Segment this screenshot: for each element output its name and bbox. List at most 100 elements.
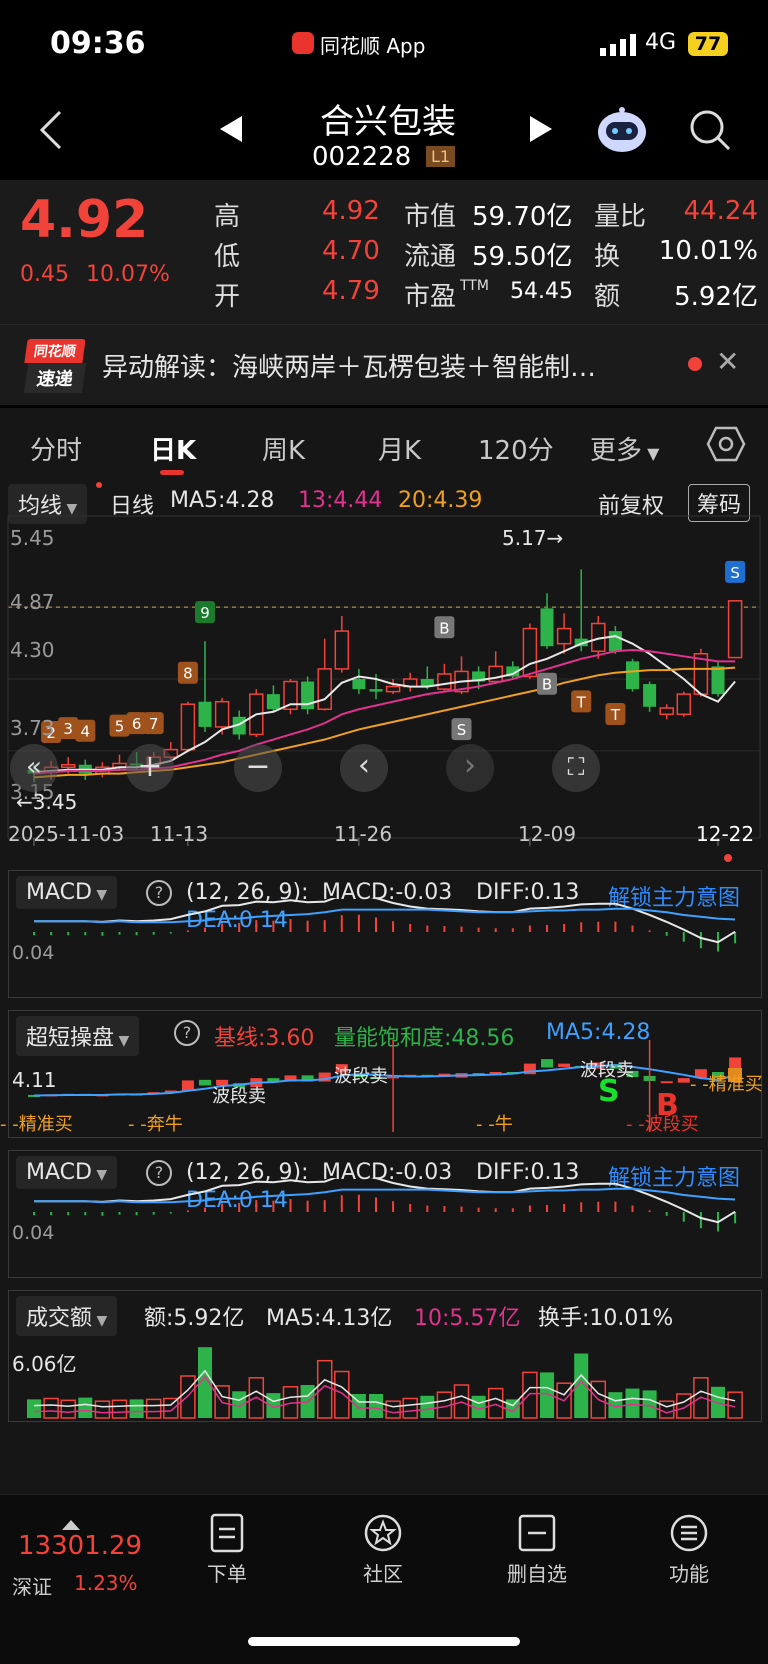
volume-chart	[27, 1347, 743, 1419]
assistant-robot-icon[interactable]	[596, 104, 648, 160]
ma20-value: 20:4.39	[398, 488, 483, 513]
news-text: 异动解读：海峡两岸＋瓦楞包装＋智能制…	[102, 353, 597, 383]
x-label: 2025-11-03	[8, 822, 125, 846]
level-badge: L1	[426, 146, 456, 167]
index-value[interactable]: 13301.29	[18, 1531, 142, 1561]
nav-remove-watchlist[interactable]: 删自选	[482, 1513, 592, 1587]
signal-badge-text: 6	[132, 715, 142, 733]
candle-body	[556, 627, 572, 645]
zoom-in-icon[interactable]: +	[126, 744, 174, 792]
volume-bar	[658, 1400, 675, 1419]
x-label: 11-13	[150, 822, 209, 846]
candle-body	[198, 701, 212, 727]
tab-more[interactable]: 更多 ▼	[590, 430, 659, 467]
price-change-pct: 10.07%	[86, 262, 170, 287]
signal-label: 波段卖	[212, 1086, 266, 1107]
close-icon[interactable]: ✕	[716, 345, 739, 378]
prev-stock-icon[interactable]	[218, 114, 244, 148]
macd-chart	[33, 898, 737, 952]
y-label: 3.73	[10, 716, 55, 740]
super-bar	[677, 1078, 690, 1083]
signal-badge-text: T	[576, 693, 587, 711]
candle-body	[437, 673, 452, 690]
collapse-left-icon[interactable]: «	[10, 744, 58, 792]
super-bar	[558, 1063, 571, 1067]
candle-body	[676, 693, 692, 716]
scroll-left-icon[interactable]: ‹	[340, 744, 388, 792]
document-icon	[210, 1513, 244, 1553]
quote-value: 59.70亿	[472, 202, 573, 232]
volume-bar	[625, 1388, 640, 1418]
candle-body	[352, 679, 366, 690]
signal-icon	[600, 34, 638, 60]
stock-header: 合兴包装 002228 L1	[0, 90, 768, 180]
tab-120min[interactable]: 120分	[478, 430, 554, 467]
volume-bar	[420, 1395, 435, 1418]
signal-badge-text: S	[457, 721, 467, 739]
signal-badge-text: B	[439, 619, 449, 637]
signal-badge-text: B	[542, 676, 552, 694]
quote-label: 开	[214, 282, 241, 312]
next-stock-icon[interactable]	[528, 114, 554, 148]
scroll-right-icon[interactable]: ›	[446, 744, 494, 792]
volume-bar	[676, 1393, 692, 1419]
candle-body	[540, 608, 554, 647]
nav-order[interactable]: 下单	[172, 1513, 282, 1587]
ttm-sup: TTM	[460, 278, 489, 294]
tab-monthly-k[interactable]: 月K	[378, 430, 421, 467]
quote-value: 4.92	[322, 196, 380, 226]
super-bar	[199, 1079, 211, 1086]
volume-bar	[369, 1394, 383, 1418]
tab-daily-k[interactable]: 日K	[150, 430, 196, 467]
signal-badge-text: T	[610, 706, 621, 724]
app-logo-icon	[292, 32, 314, 54]
candle-body	[60, 763, 76, 769]
volume-bar	[94, 1400, 111, 1419]
tab-fenshi[interactable]: 分时	[30, 430, 82, 467]
nav-community[interactable]: 社区	[328, 1513, 438, 1587]
volume-bar	[522, 1371, 538, 1419]
candle-body	[626, 661, 639, 690]
signal-label: 波段卖	[334, 1066, 388, 1087]
quote-panel: 4.92 0.45 10.07% 高 4.92 市值 59.70亿 量比 44.24 低 4.…	[0, 180, 768, 324]
quote-value: 44.24	[683, 196, 758, 226]
candle-body	[369, 689, 383, 692]
status-app-label: 同花顺 App	[320, 34, 426, 58]
volume-bar	[145, 1398, 162, 1419]
nav-functions[interactable]: 功能	[634, 1513, 744, 1587]
news-banner[interactable]: 同花顺 速递 异动解读：海峡两岸＋瓦楞包装＋智能制… ✕	[0, 324, 768, 405]
quote-value: 10.01%	[658, 236, 758, 266]
zoom-out-icon[interactable]: −	[234, 744, 282, 792]
volume-bar	[711, 1386, 725, 1418]
candle-body	[643, 684, 657, 707]
battery-icon: 77	[688, 32, 728, 56]
candle-body	[180, 703, 196, 751]
unread-dot	[688, 357, 702, 371]
back-icon[interactable]	[36, 108, 66, 156]
macd-chart-2	[33, 1178, 737, 1232]
signal-label: - -精准买	[0, 1114, 73, 1135]
quote-label: 额	[594, 282, 621, 312]
bottom-nav: 13301.29 深证 1.23% 下单 社区 删自选 功能	[0, 1494, 768, 1664]
news-badge: 同花顺 速递	[23, 339, 87, 393]
sell-signal-icon: S	[598, 1074, 620, 1109]
status-time: 09:36	[50, 26, 146, 61]
volume-bar	[487, 1387, 504, 1419]
community-star-icon	[364, 1514, 402, 1552]
candle-body	[608, 631, 622, 652]
candle-body	[711, 666, 725, 695]
latest-dot	[724, 854, 732, 862]
volume-bar	[129, 1399, 144, 1418]
fullscreen-icon[interactable]: ⛶	[552, 744, 600, 792]
signal-badge-text: 3	[63, 720, 73, 738]
tab-weekly-k[interactable]: 周K	[262, 430, 305, 467]
diff-line	[34, 898, 736, 944]
quote-label: 低	[214, 242, 241, 272]
candle-body	[522, 627, 538, 678]
x-label: 12-22	[696, 822, 755, 846]
volume-bar	[402, 1397, 418, 1419]
settings-hex-icon[interactable]	[706, 426, 746, 466]
y-label: 5.45	[10, 526, 55, 550]
search-icon[interactable]	[688, 108, 732, 156]
signal-badge-text: 4	[81, 723, 91, 741]
